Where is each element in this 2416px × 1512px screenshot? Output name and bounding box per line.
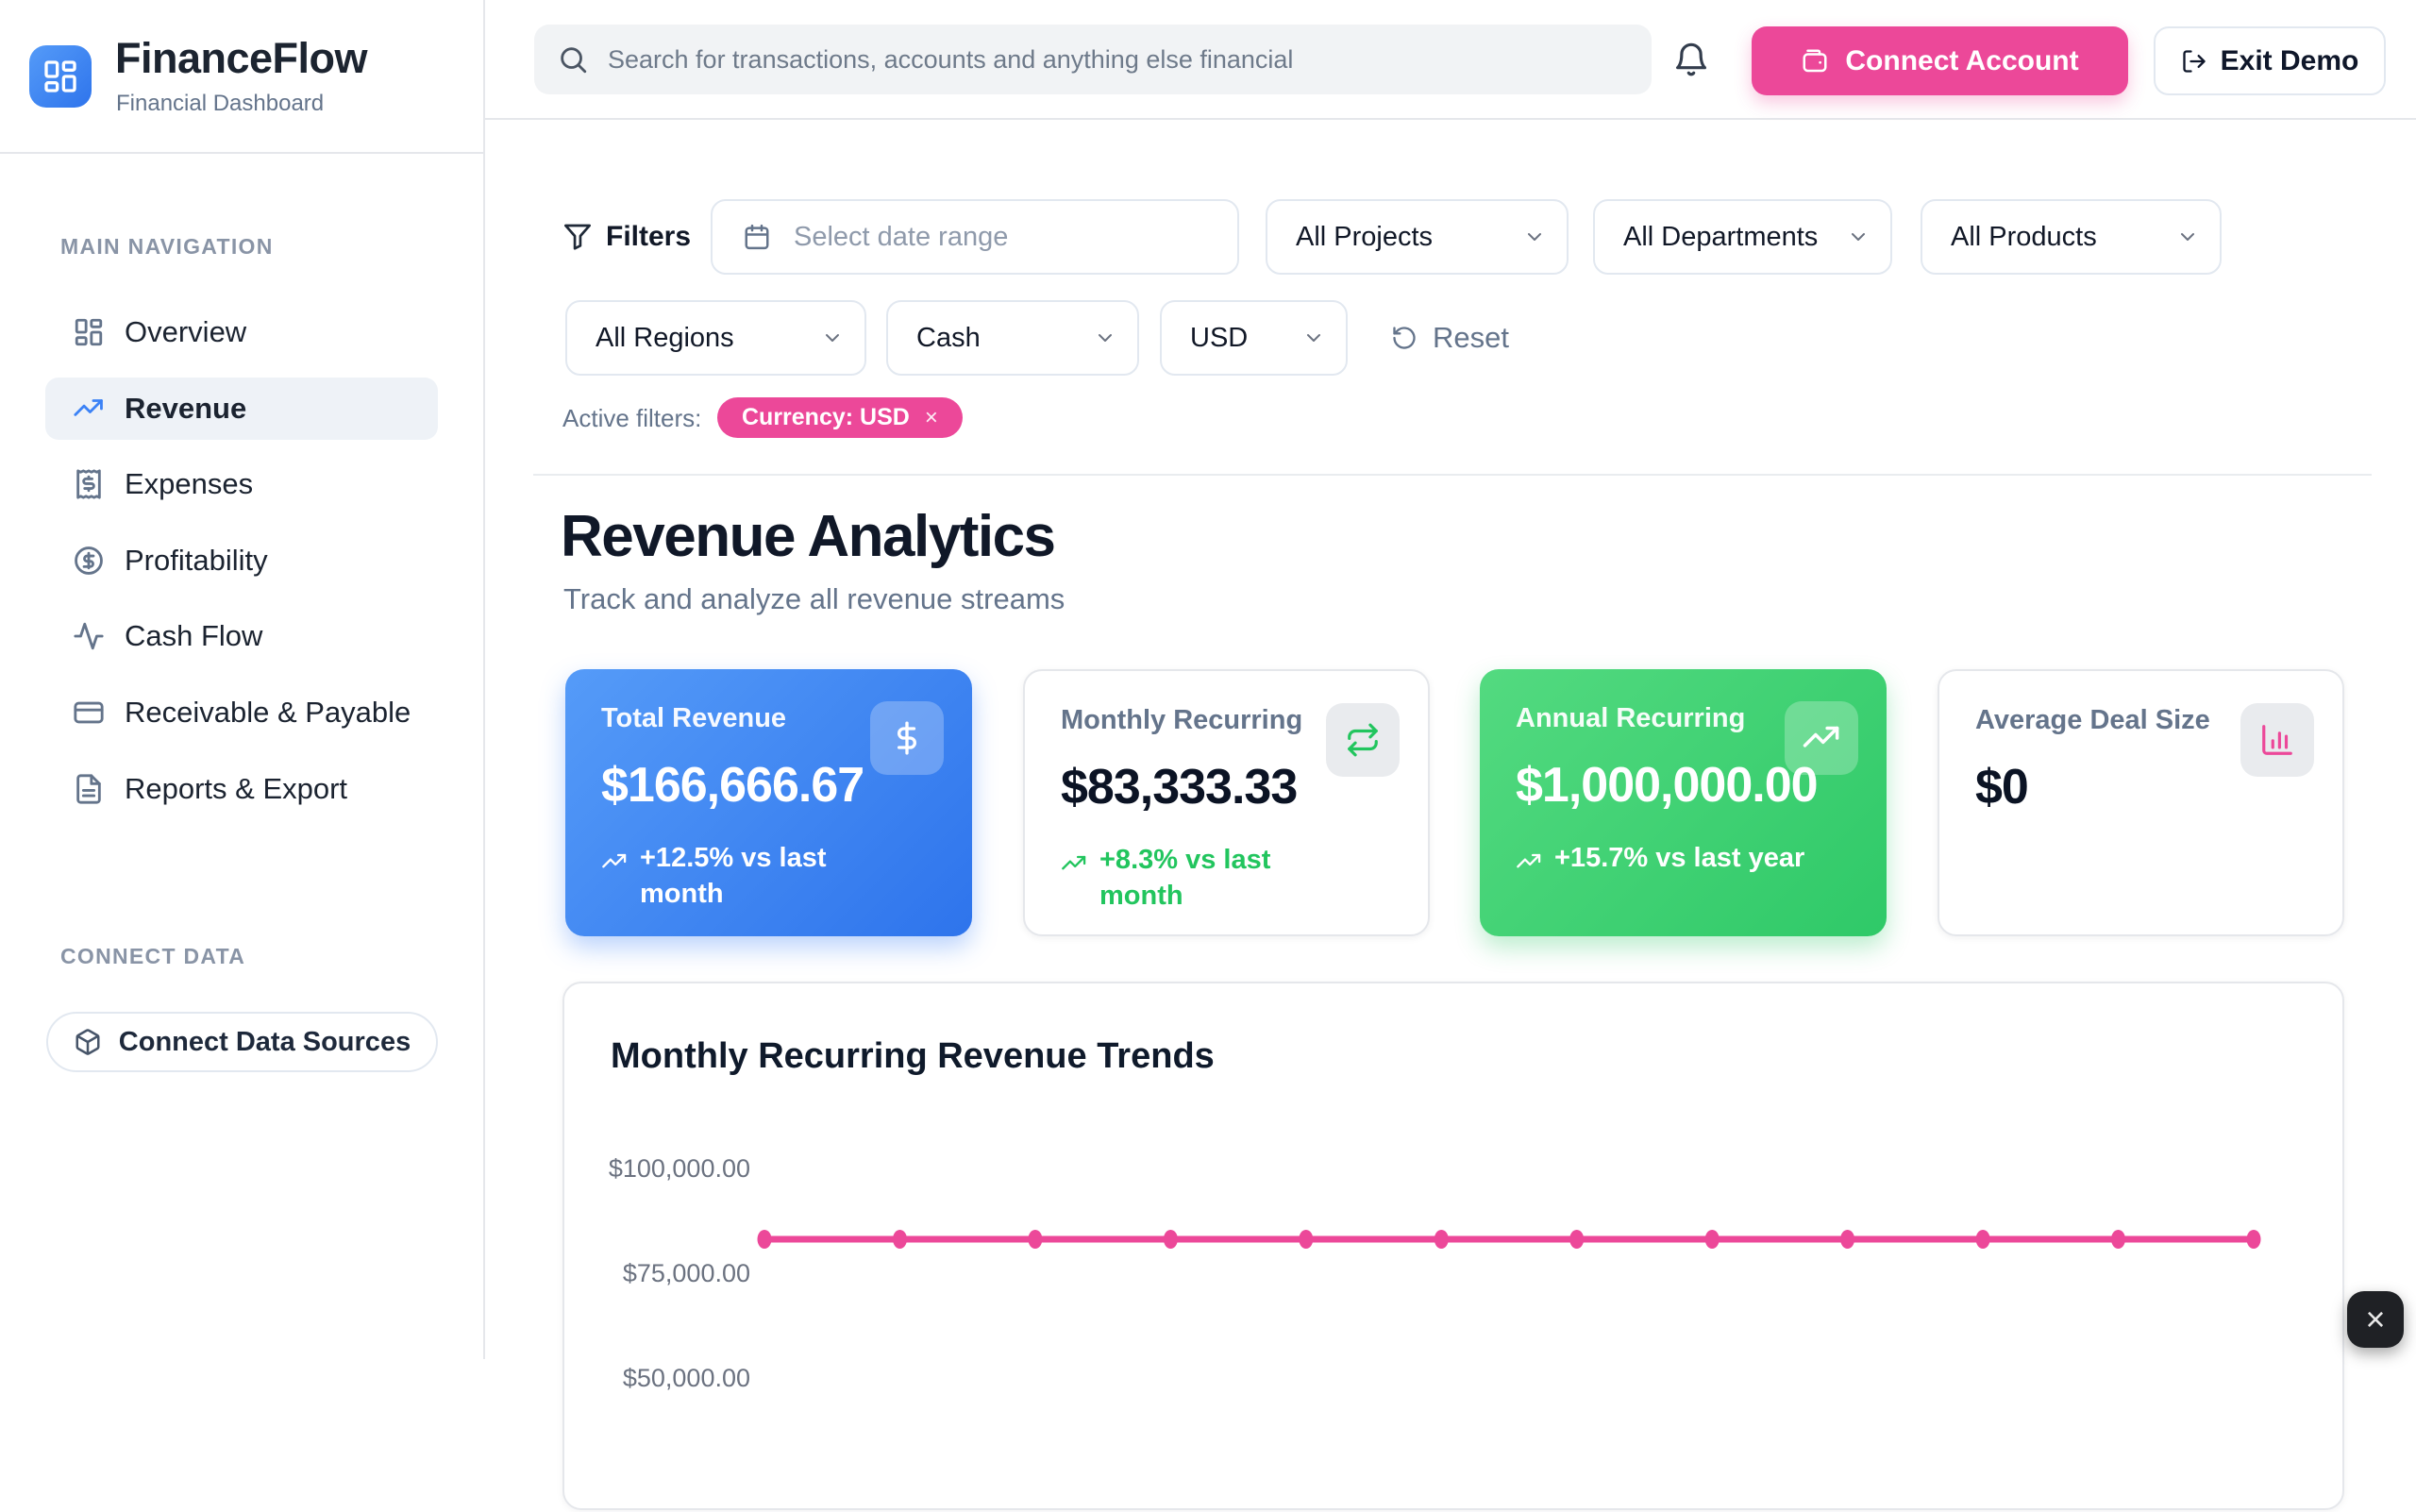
- repeat-icon: [1326, 703, 1400, 777]
- currency-filter-value: USD: [1190, 323, 1248, 354]
- logout-icon: [2181, 48, 2207, 75]
- app-logo-icon: [29, 45, 92, 108]
- trending-up-icon: [1785, 701, 1858, 775]
- trending-up-icon: [73, 393, 105, 425]
- sidebar-item-label: Overview: [125, 315, 246, 349]
- trending-up-icon: [1516, 848, 1542, 875]
- chevron-down-icon: [1302, 327, 1325, 349]
- rotate-ccw-icon: [1391, 325, 1418, 351]
- section-divider: [533, 474, 2372, 476]
- bell-icon: [1673, 42, 1709, 77]
- sidebar-item-cash-flow[interactable]: Cash Flow: [45, 605, 438, 667]
- chip-close-icon[interactable]: ×: [925, 405, 938, 431]
- page-subtitle: Track and analyze all revenue streams: [563, 582, 1065, 616]
- connect-data-sources-label: Connect Data Sources: [119, 1027, 411, 1058]
- dashboard-grid-icon: [73, 316, 105, 348]
- kpi-delta: +12.5% vs last month: [601, 840, 938, 912]
- sidebar-item-label: Cash Flow: [125, 619, 262, 653]
- mrr-trends-panel: Monthly Recurring Revenue Trends $100,00…: [562, 982, 2344, 1510]
- filter-funnel-icon: [562, 222, 593, 252]
- bar-chart-icon: [2240, 703, 2314, 777]
- app-subtitle: Financial Dashboard: [116, 91, 324, 117]
- sidebar-item-label: Profitability: [125, 544, 268, 578]
- sidebar-item-revenue[interactable]: Revenue: [45, 378, 438, 440]
- wallet-icon: [1801, 47, 1829, 76]
- departments-filter-dropdown[interactable]: All Departments: [1593, 199, 1892, 275]
- sidebar-item-receivable-payable[interactable]: Receivable & Payable: [45, 681, 438, 744]
- projects-filter-value: All Projects: [1296, 222, 1433, 253]
- projects-filter-dropdown[interactable]: All Projects: [1266, 199, 1569, 275]
- kpi-delta: +8.3% vs last month: [1061, 842, 1394, 914]
- sidebar-item-label: Revenue: [125, 392, 246, 426]
- active-filters-label: Active filters:: [562, 399, 701, 437]
- connect-account-button[interactable]: Connect Account: [1752, 26, 2128, 95]
- currency-filter-dropdown[interactable]: USD: [1160, 300, 1348, 376]
- sidebar-item-reports-export[interactable]: Reports & Export: [45, 758, 438, 820]
- reset-label: Reset: [1433, 321, 1509, 355]
- method-filter-value: Cash: [916, 323, 981, 354]
- exit-demo-button[interactable]: Exit Demo: [2154, 26, 2386, 95]
- chevron-down-icon: [821, 327, 844, 349]
- connect-data-sources-button[interactable]: Connect Data Sources: [46, 1012, 438, 1072]
- sidebar-item-profitability[interactable]: Profitability: [45, 529, 438, 592]
- page-title: Revenue Analytics: [561, 503, 1055, 570]
- products-filter-dropdown[interactable]: All Products: [1921, 199, 2222, 275]
- circle-dollar-icon: [73, 545, 105, 577]
- sidebar: FinanceFlow Financial Dashboard MAIN NAV…: [0, 0, 485, 1359]
- date-range-field[interactable]: [711, 199, 1239, 275]
- search-box: [534, 25, 1652, 94]
- sidebar-item-label: Receivable & Payable: [125, 696, 411, 730]
- trending-up-icon: [1061, 850, 1087, 877]
- connect-data-label: CONNECT DATA: [60, 944, 245, 969]
- departments-filter-value: All Departments: [1623, 222, 1818, 253]
- sidebar-item-label: Reports & Export: [125, 772, 347, 806]
- dollar-sign-icon: [870, 701, 944, 775]
- mrr-line-chart: [564, 983, 2346, 1512]
- filters-label: Filters: [606, 199, 691, 275]
- kpi-card-monthly-recurring: Monthly Recurring $83,333.33 +8.3% vs la…: [1023, 669, 1430, 936]
- brand-header: FinanceFlow Financial Dashboard: [0, 0, 483, 154]
- kpi-card-average-deal-size: Average Deal Size $0: [1938, 669, 2344, 936]
- package-cube-icon: [74, 1028, 102, 1056]
- chevron-down-icon: [2176, 226, 2199, 248]
- chevron-down-icon: [1523, 226, 1546, 248]
- topbar: Connect Account Exit Demo: [485, 0, 2416, 120]
- sidebar-item-label: Expenses: [125, 467, 253, 501]
- active-filter-chip-text: Currency: USD: [742, 404, 910, 431]
- main-navigation-label: MAIN NAVIGATION: [60, 234, 274, 260]
- products-filter-value: All Products: [1951, 222, 2097, 253]
- exit-demo-label: Exit Demo: [2221, 45, 2359, 77]
- file-text-icon: [73, 773, 105, 805]
- notifications-button[interactable]: [1670, 40, 1712, 81]
- credit-card-icon: [73, 697, 105, 729]
- close-button[interactable]: ×: [2347, 1291, 2404, 1348]
- calendar-icon: [743, 223, 771, 251]
- active-filter-chip-currency[interactable]: Currency: USD ×: [717, 397, 963, 438]
- chevron-down-icon: [1847, 226, 1870, 248]
- regions-filter-dropdown[interactable]: All Regions: [565, 300, 866, 376]
- kpi-card-annual-recurring: Annual Recurring $1,000,000.00 +15.7% vs…: [1480, 669, 1887, 936]
- sidebar-item-overview[interactable]: Overview: [45, 301, 438, 363]
- activity-pulse-icon: [73, 620, 105, 652]
- app-title: FinanceFlow: [115, 34, 367, 83]
- connect-account-label: Connect Account: [1845, 45, 2078, 77]
- search-input[interactable]: [534, 25, 1652, 94]
- trending-up-icon: [601, 848, 628, 875]
- kpi-delta: +15.7% vs last year: [1516, 840, 1853, 876]
- reset-filters-button[interactable]: Reset: [1385, 300, 1515, 376]
- kpi-card-total-revenue: Total Revenue $166,666.67 +12.5% vs last…: [565, 669, 972, 936]
- sidebar-item-expenses[interactable]: Expenses: [45, 453, 438, 515]
- method-filter-dropdown[interactable]: Cash: [886, 300, 1139, 376]
- chevron-down-icon: [1094, 327, 1116, 349]
- regions-filter-value: All Regions: [596, 323, 734, 354]
- date-range-input[interactable]: [792, 221, 1198, 254]
- receipt-icon: [73, 468, 105, 500]
